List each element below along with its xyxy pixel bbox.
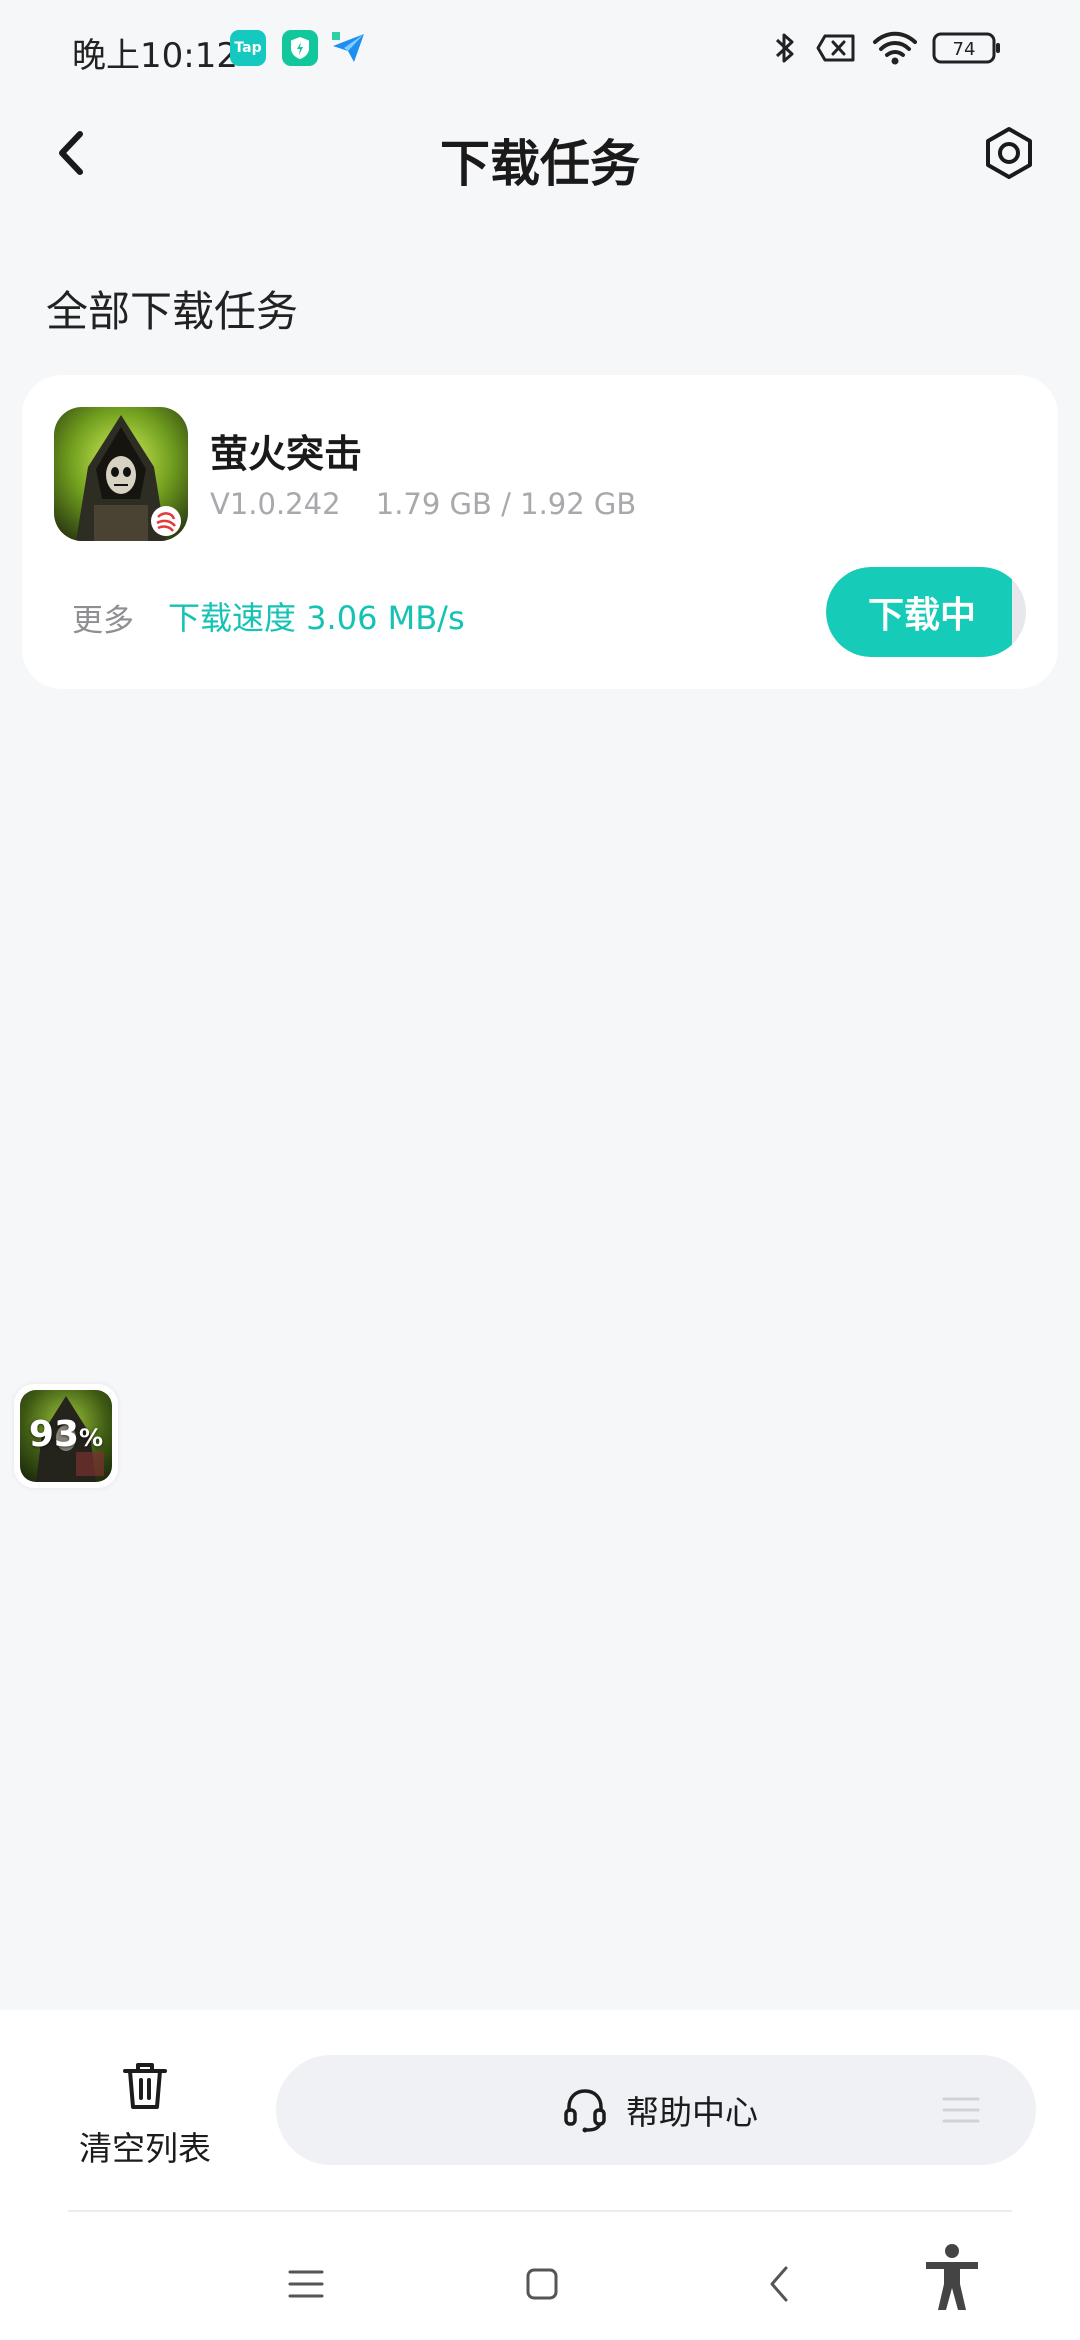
downloading-label: 下载中	[868, 595, 977, 636]
no-sim-icon	[815, 30, 857, 66]
clear-list-label: 清空列表	[79, 2129, 211, 2168]
downloading-progress-fill: 下载中	[826, 567, 1012, 657]
drag-handle-icon[interactable]	[942, 2093, 980, 2127]
home-square-icon	[526, 2268, 558, 2300]
floating-game-thumbnail: 93%	[20, 1390, 112, 1482]
menu-icon	[288, 2270, 324, 2298]
download-task-card[interactable]: 萤火突击 V1.0.242 1.79 GB / 1.92 GB 更多 下载速度 …	[22, 375, 1058, 689]
help-center-button[interactable]: 帮助中心	[276, 2055, 1036, 2165]
download-percent-sign: %	[79, 1424, 104, 1452]
status-time: 晚上10:12	[72, 36, 238, 76]
battery-icon: 74	[932, 30, 1002, 66]
download-size: 1.79 GB / 1.92 GB	[375, 487, 637, 521]
nav-back-button[interactable]	[760, 2254, 800, 2314]
accessibility-icon	[926, 2244, 978, 2310]
download-percent: 93%	[20, 1414, 112, 1455]
floating-download-bubble[interactable]: 93%	[14, 1384, 118, 1488]
clear-list-button[interactable]: 清空列表	[60, 2058, 230, 2178]
download-tasks-page: 晚上10:12 Tap 74 下载任务 全部下载任务 萤火突击 V1.0.242…	[0, 0, 1080, 2340]
header: 下载任务	[0, 96, 1080, 216]
divider	[68, 2210, 1012, 2212]
trash-icon	[123, 2063, 167, 2109]
bottom-bar: 清空列表 帮助中心	[0, 2010, 1080, 2340]
game-meta: V1.0.242 1.79 GB / 1.92 GB	[210, 487, 636, 521]
taptap-app-icon: Tap	[230, 30, 266, 66]
status-bar: 晚上10:12 Tap 74	[0, 0, 1080, 96]
more-button[interactable]: 更多	[72, 595, 134, 640]
settings-hexagon-icon	[986, 127, 1032, 179]
shield-app-icon	[282, 30, 318, 66]
page-title: 下载任务	[440, 135, 640, 193]
battery-level: 74	[953, 39, 976, 60]
section-title: 全部下载任务	[46, 287, 299, 336]
downloading-button[interactable]: 下载中	[826, 567, 1026, 657]
settings-button[interactable]	[974, 118, 1044, 188]
paper-plane-app-icon	[330, 30, 368, 66]
nav-menu-button[interactable]	[286, 2254, 326, 2314]
game-icon[interactable]	[54, 407, 188, 541]
back-chevron-icon	[770, 2266, 788, 2302]
game-version: V1.0.242	[210, 487, 341, 521]
bluetooth-icon	[770, 30, 800, 66]
download-percent-value: 93	[28, 1414, 80, 1455]
nav-home-button[interactable]	[522, 2254, 562, 2314]
help-center-label: 帮助中心	[626, 2093, 758, 2132]
download-speed: 下载速度 3.06 MB/s	[168, 599, 465, 637]
help-center: 帮助中心	[560, 2085, 758, 2135]
headset-icon	[564, 2089, 606, 2133]
game-name: 萤火突击	[210, 432, 363, 476]
accessibility-button[interactable]	[920, 2242, 984, 2312]
wifi-icon	[872, 30, 918, 66]
